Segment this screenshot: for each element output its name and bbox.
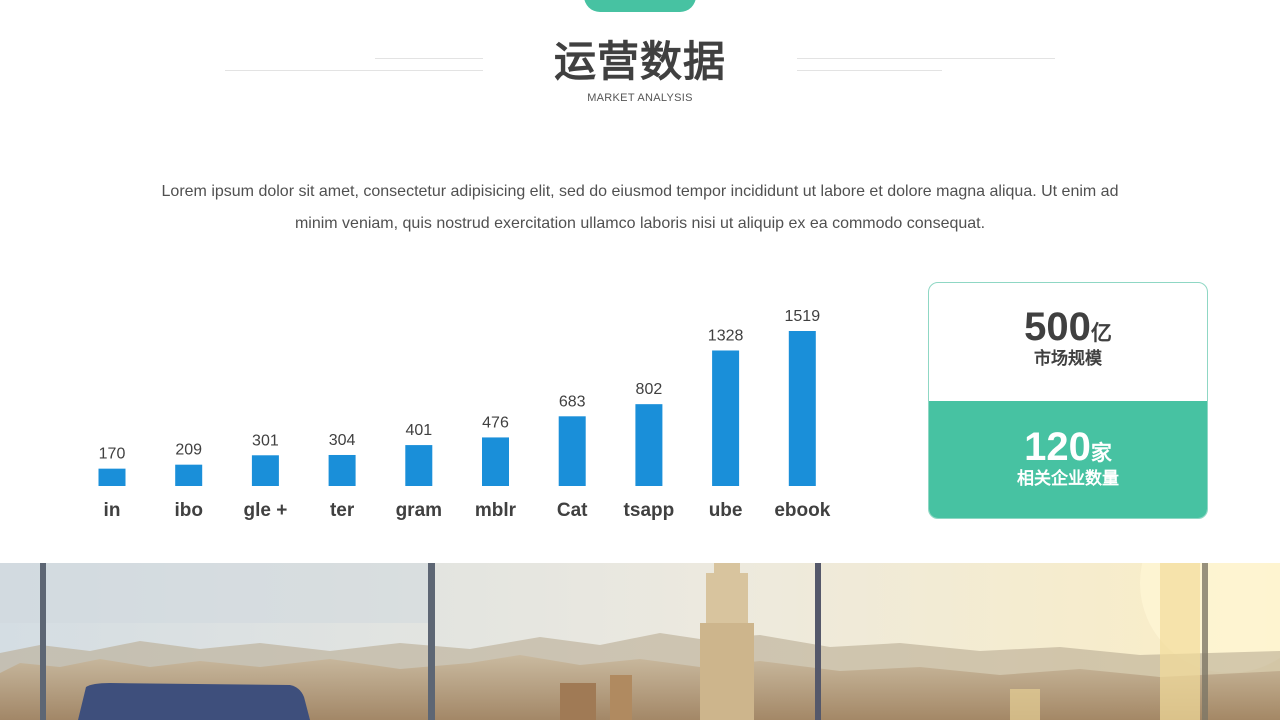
category-label-3: ter — [330, 500, 355, 521]
market-size-label: 市场规模 — [1034, 349, 1102, 369]
bar-2 — [251, 455, 279, 486]
category-label-8: ube — [709, 500, 743, 521]
bar-value-label-0: 170 — [99, 446, 126, 463]
intro-line-2: minim veniam, quis nostrud exercitation … — [294, 215, 986, 232]
stats-card: 500亿 市场规模 120家 相关企业数量 — [928, 282, 1208, 519]
bar-1 — [175, 464, 203, 486]
bar-value-label-4: 401 — [405, 422, 432, 439]
bar-3 — [328, 454, 356, 486]
company-count-value: 120 — [1024, 425, 1091, 469]
bar-7 — [635, 404, 663, 486]
bar-value-label-3: 304 — [329, 432, 356, 449]
bar-value-label-5: 476 — [482, 414, 509, 431]
category-label-2: gle + — [243, 500, 287, 521]
page-subtitle: MARKET ANALYSIS — [587, 92, 693, 104]
company-count-unit: 家 — [1090, 442, 1112, 465]
bar-value-label-1: 209 — [175, 442, 202, 459]
company-count-panel: 120家 相关企业数量 — [929, 401, 1207, 518]
category-label-7: tsapp — [624, 500, 675, 521]
category-label-9: ebook — [774, 500, 830, 521]
category-label-5: mblr — [475, 500, 517, 521]
office-city-photo — [0, 563, 1280, 720]
top-accent-tab — [584, 0, 696, 12]
bar-chart-svg: 170 in 209 ibo 301 gle + 304 ter 401 gram 476 mblr 6… — [98, 308, 831, 521]
category-label-1: ibo — [174, 500, 203, 521]
market-size-value: 500 — [1024, 305, 1091, 349]
laptop-shape — [78, 683, 310, 720]
company-count-label: 相关企业数量 — [1017, 469, 1119, 489]
bar-8 — [712, 350, 740, 486]
category-label-4: gram — [396, 500, 442, 521]
category-label-0: in — [104, 500, 121, 521]
bar-9 — [788, 331, 816, 486]
bar-4 — [405, 445, 433, 486]
bar-value-label-8: 1328 — [708, 327, 744, 344]
intro-line-1: Lorem ipsum dolor sit amet, consectetur … — [161, 183, 1119, 200]
bar-chart: 170 in 209 ibo 301 gle + 304 ter 401 gram 476 mblr 6… — [80, 290, 860, 530]
bar-5 — [482, 437, 509, 486]
bar-value-label-9: 1519 — [785, 308, 821, 325]
bar-value-label-2: 301 — [252, 432, 279, 449]
category-label-6: Cat — [557, 500, 588, 521]
bar-value-label-6: 683 — [559, 393, 586, 410]
bar-6 — [558, 416, 586, 486]
bar-0 — [98, 468, 126, 486]
market-size-unit: 亿 — [1090, 322, 1112, 345]
intro-paragraph: Lorem ipsum dolor sit amet, consectetur … — [100, 176, 1180, 240]
city-skyline-illustration — [0, 563, 1280, 720]
market-size-panel: 500亿 市场规模 — [929, 283, 1207, 401]
bar-value-label-7: 802 — [636, 381, 663, 398]
page-title: 运营数据 — [553, 37, 726, 86]
